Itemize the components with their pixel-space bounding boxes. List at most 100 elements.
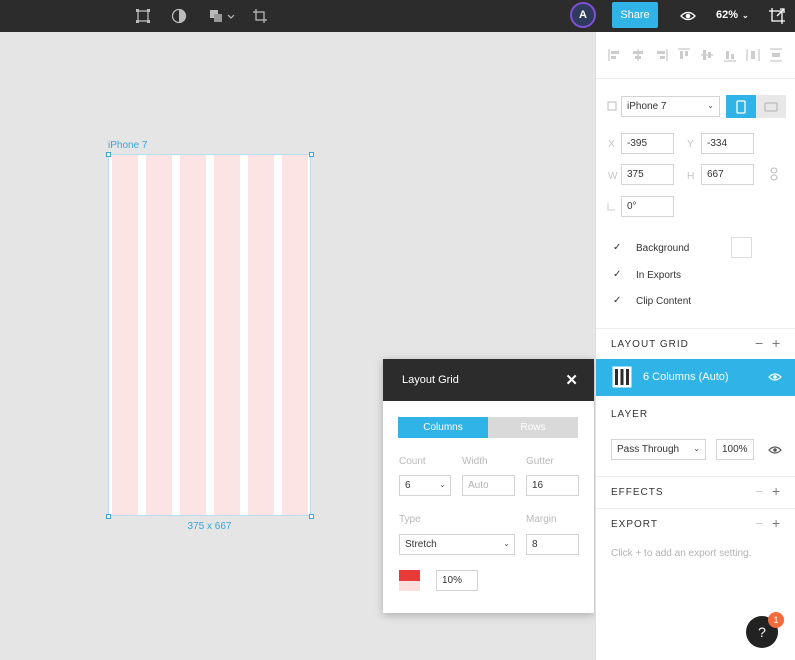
in-exports-checkbox[interactable]: ✓ [613, 270, 623, 280]
export-hint: Click + to add an export setting. [611, 548, 752, 559]
constrain-proportions-icon[interactable] [770, 167, 778, 181]
chevron-down-icon: ⌄ [439, 480, 446, 489]
minus-icon[interactable]: − [755, 336, 763, 350]
plus-icon[interactable]: + [772, 484, 780, 498]
minus-icon[interactable]: − [755, 484, 763, 498]
margin-input[interactable]: 8 [526, 534, 579, 555]
export-title: EXPORT [611, 519, 658, 530]
resize-handle[interactable] [106, 514, 111, 519]
align-bottom-icon[interactable] [723, 48, 737, 62]
background-label: Background [636, 243, 690, 254]
divider [596, 508, 795, 509]
resize-handle[interactable] [106, 152, 111, 157]
align-right-icon[interactable] [654, 48, 668, 62]
gutter-label: Gutter [526, 456, 554, 467]
x-label: X [608, 139, 615, 150]
frame-icon [607, 101, 617, 111]
layer-title: LAYER [611, 409, 649, 420]
portrait-icon [736, 99, 746, 114]
device-value: iPhone 7 [627, 101, 667, 112]
columns-grid-icon [612, 366, 632, 388]
align-left-icon[interactable] [608, 48, 622, 62]
rotation-input[interactable]: 0° [621, 196, 674, 217]
boolean-icon[interactable] [207, 6, 237, 26]
align-center-v-icon[interactable] [700, 48, 714, 62]
height-input[interactable]: 667 [701, 164, 754, 185]
grid-column [248, 155, 274, 515]
popup-header: Layout Grid ✕ [383, 359, 594, 401]
w-label: W [608, 171, 618, 182]
blend-mode-value: Pass Through [617, 444, 680, 455]
chevron-down-icon: ⌄ [693, 444, 700, 453]
chevron-down-icon: ⌄ [707, 101, 714, 110]
gutter-input[interactable]: 16 [526, 475, 579, 496]
background-checkbox[interactable]: ✓ [613, 243, 623, 253]
crop-icon[interactable] [250, 6, 270, 26]
landscape-icon [764, 101, 778, 112]
top-toolbar: A Share 62% ⌄ [0, 0, 795, 32]
grid-opacity-input[interactable]: 10% [436, 570, 478, 591]
tab-columns[interactable]: Columns [398, 417, 488, 438]
divider [596, 328, 795, 329]
frame-name-label[interactable]: iPhone 7 [108, 140, 147, 151]
layout-grid-item-label: 6 Columns (Auto) [643, 371, 729, 383]
clip-content-label: Clip Content [636, 296, 692, 307]
contrast-icon[interactable] [169, 6, 189, 26]
h-label: H [687, 171, 695, 182]
zoom-value: 62% [716, 9, 739, 21]
width-label: Width [462, 456, 488, 467]
resize-handle[interactable] [309, 514, 314, 519]
eye-icon[interactable] [678, 6, 698, 26]
avatar[interactable]: A [570, 2, 596, 28]
count-value: 6 [405, 480, 411, 491]
chevron-down-icon: ⌄ [503, 539, 510, 548]
zoom-dropdown[interactable]: 62% ⌄ [716, 9, 749, 21]
divider [596, 476, 795, 477]
minus-icon[interactable]: − [755, 516, 763, 530]
y-input[interactable]: -334 [701, 133, 754, 154]
chevron-down-icon: ⌄ [742, 10, 749, 20]
background-color-swatch[interactable] [731, 237, 752, 258]
distribute-horizontal-icon[interactable] [746, 48, 760, 62]
in-exports-label: In Exports [636, 270, 682, 281]
layout-grid-item[interactable]: 6 Columns (Auto) [596, 359, 795, 396]
count-label: Count [399, 456, 426, 467]
close-icon[interactable]: ✕ [565, 371, 578, 389]
distribute-vertical-icon[interactable] [769, 48, 783, 62]
grid-column [282, 155, 308, 515]
layer-opacity-input[interactable]: 100% [716, 439, 754, 460]
resize-icon[interactable] [767, 6, 787, 26]
eye-icon[interactable] [768, 372, 782, 382]
swatch-transparent [399, 580, 420, 591]
iphone-frame[interactable] [108, 154, 311, 516]
layout-grid-title: LAYOUT GRID [611, 339, 689, 350]
portrait-button[interactable] [726, 95, 756, 118]
effects-title: EFFECTS [611, 487, 664, 498]
type-select[interactable]: Stretch ⌄ [399, 534, 515, 555]
width-input[interactable]: 375 [621, 164, 674, 185]
clip-content-checkbox[interactable]: ✓ [613, 296, 623, 306]
grid-column [112, 155, 138, 515]
landscape-button[interactable] [756, 95, 786, 118]
properties-panel: iPhone 7 ⌄ X -395 Y -334 W 375 H 667 0° … [595, 32, 795, 660]
grid-column [146, 155, 172, 515]
blend-mode-select[interactable]: Pass Through ⌄ [611, 439, 706, 460]
align-center-h-icon[interactable] [631, 48, 645, 62]
grid-column [180, 155, 206, 515]
count-select[interactable]: 6 ⌄ [399, 475, 451, 496]
x-input[interactable]: -395 [621, 133, 674, 154]
eye-icon[interactable] [768, 445, 782, 455]
grid-color-swatch[interactable] [399, 570, 420, 591]
popup-title: Layout Grid [402, 374, 459, 386]
resize-handle[interactable] [309, 152, 314, 157]
share-button[interactable]: Share [612, 2, 658, 28]
notification-badge: 1 [768, 612, 784, 628]
y-label: Y [687, 139, 694, 150]
align-top-icon[interactable] [677, 48, 691, 62]
frame-icon[interactable] [133, 6, 153, 26]
width-input[interactable]: Auto [462, 475, 515, 496]
plus-icon[interactable]: + [772, 516, 780, 530]
plus-icon[interactable]: + [772, 336, 780, 350]
tab-rows[interactable]: Rows [488, 417, 578, 438]
device-select[interactable]: iPhone 7 ⌄ [621, 96, 720, 117]
